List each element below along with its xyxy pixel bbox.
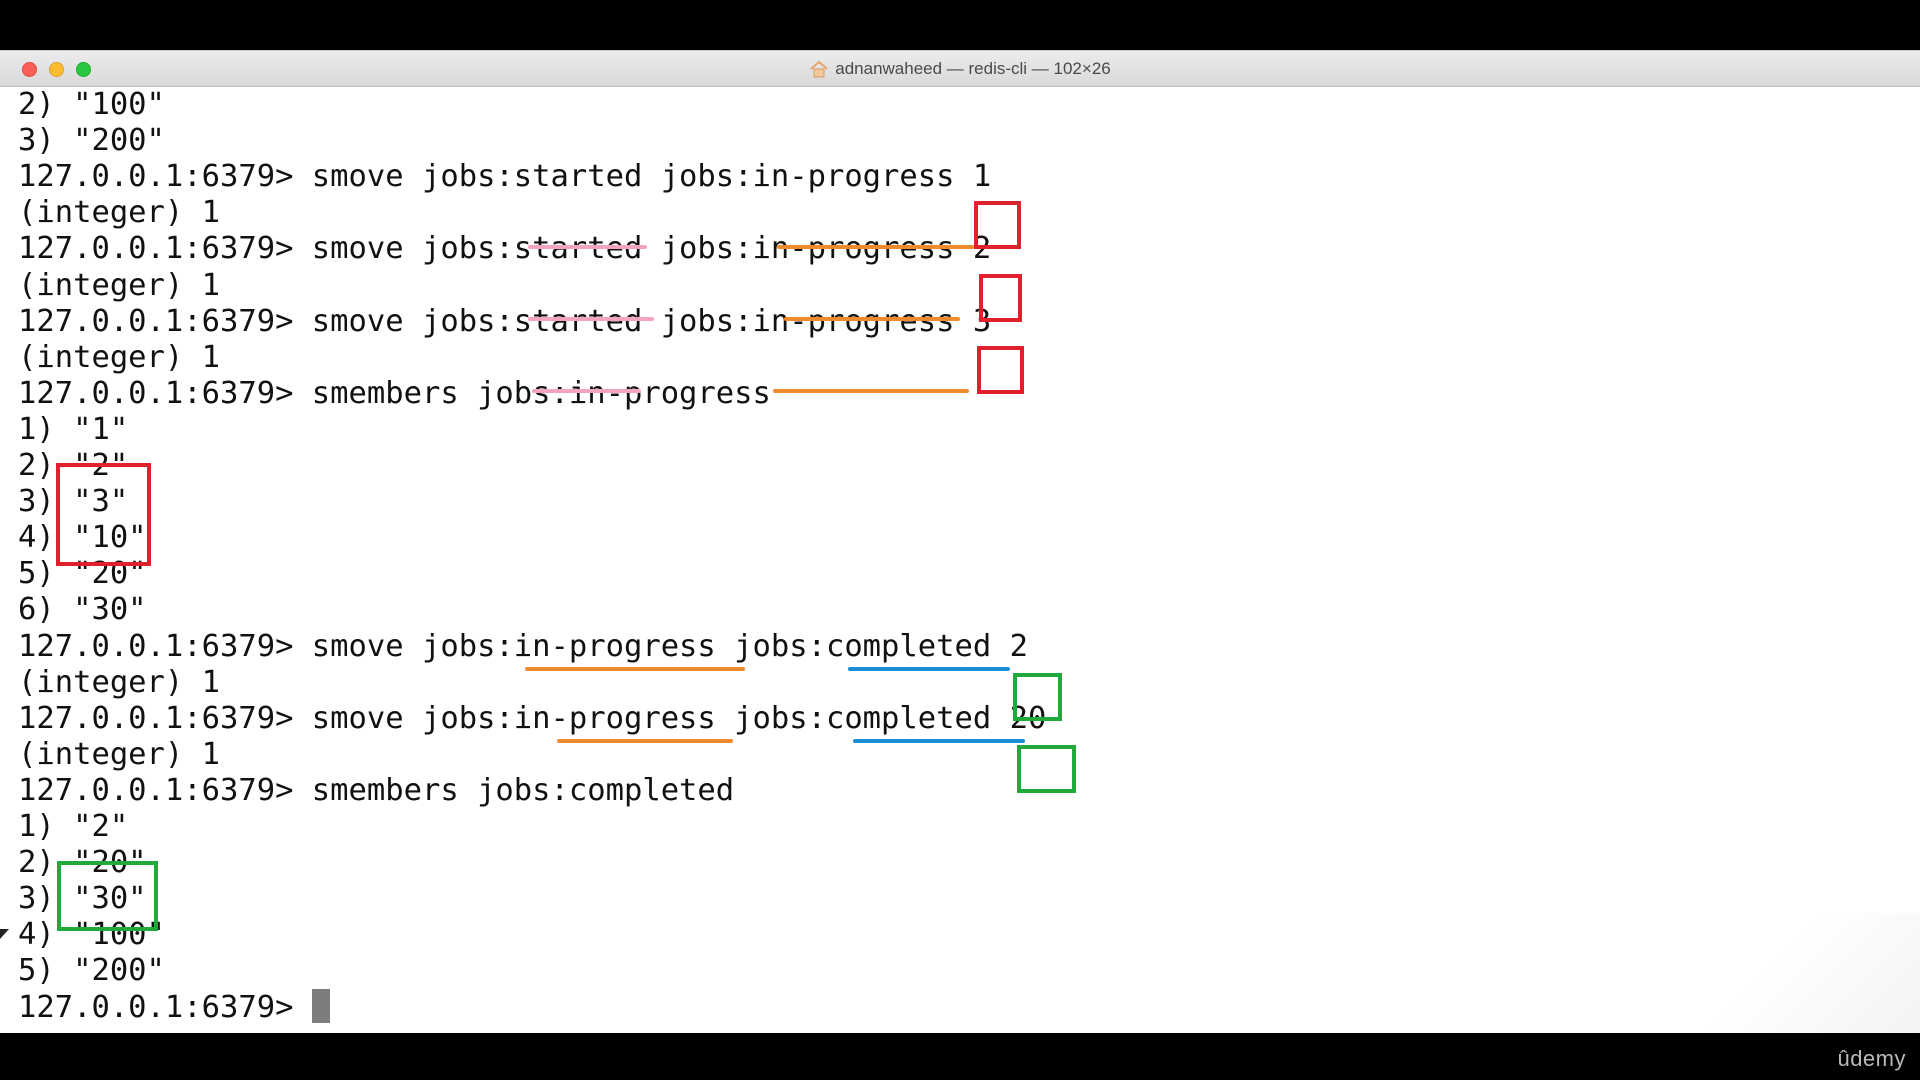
terminal-line: 127.0.0.1:6379> smove jobs:started jobs:… — [18, 231, 991, 267]
terminal-line-text: 1) "1" — [18, 411, 129, 447]
terminal-line-text: (integer) 1 — [18, 195, 220, 231]
terminal-line-text: 127.0.0.1:6379> smove jobs:started jobs:… — [18, 303, 992, 339]
terminal-line-text: 127.0.0.1:6379> smembers jobs:completed — [18, 772, 735, 808]
terminal-line-text: (integer) 1 — [18, 664, 220, 700]
underline-in-progress-5 — [557, 739, 733, 743]
terminal-line-text: 1) "2" — [18, 809, 129, 844]
terminal-line-text: (integer) 1 — [18, 267, 220, 303]
highlight-box-2 — [979, 274, 1022, 322]
terminal-line: 127.0.0.1:6379> smembers jobs:completed — [18, 773, 734, 809]
terminal-line: 127.0.0.1:6379> smove jobs:in-progress j… — [18, 701, 1046, 737]
underline-in-progress-1 — [777, 245, 974, 249]
highlight-box-3 — [977, 346, 1024, 394]
underline-in-progress-2 — [784, 317, 960, 321]
underline-started-1 — [528, 245, 647, 249]
terminal-line: 1) "1" — [18, 412, 128, 448]
terminal-line: (integer) 1 — [18, 268, 220, 304]
terminal-line: 127.0.0.1:6379> smove jobs:started jobs:… — [18, 159, 991, 195]
highlight-box-completed-members — [57, 861, 158, 931]
terminal-line: 3) "200" — [18, 123, 165, 159]
terminal-line-text: 5) "200" — [18, 953, 165, 989]
terminal-line: 127.0.0.1:6379> smove jobs:started jobs:… — [18, 304, 991, 340]
terminal-line-text: 127.0.0.1:6379> smembers jobs:in-progres… — [18, 375, 771, 411]
terminal-line: 127.0.0.1:6379> — [18, 989, 330, 1026]
terminal-line-text: 3) "200" — [18, 123, 165, 159]
terminal-line: 6) "30" — [18, 592, 147, 628]
underline-completed-2 — [853, 739, 1025, 743]
highlight-box-members-1-3 — [56, 463, 151, 566]
terminal-line: 2) "100" — [18, 87, 165, 123]
highlight-box-completed-2 — [1013, 673, 1062, 721]
underline-completed-1 — [848, 667, 1010, 671]
terminal-line: 127.0.0.1:6379> smove jobs:in-progress j… — [18, 629, 1028, 665]
terminal-line: (integer) 1 — [18, 340, 220, 376]
highlight-box-completed-20 — [1017, 745, 1076, 793]
terminal-line-text: 127.0.0.1:6379> — [18, 989, 312, 1025]
title-bar[interactable]: adnanwaheed — redis-cli — 102×26 — [0, 51, 1920, 87]
udemy-watermark: ûdemy — [1837, 1046, 1906, 1071]
terminal-line-text: 2) "100" — [18, 87, 165, 122]
terminal-line: 1) "2" — [18, 809, 128, 845]
screen-shade — [1680, 913, 1920, 1033]
terminal-line-text: (integer) 1 — [18, 736, 220, 772]
mouse-pointer — [0, 929, 9, 939]
terminal-line: (integer) 1 — [18, 195, 220, 231]
terminal-line: 5) "200" — [18, 953, 165, 989]
terminal-line-text: (integer) 1 — [18, 339, 220, 375]
highlight-box-1 — [974, 201, 1021, 249]
terminal-line-text: 6) "30" — [18, 592, 147, 628]
terminal-line-text: 127.0.0.1:6379> smove jobs:started jobs:… — [18, 159, 992, 195]
terminal-line: 127.0.0.1:6379> smembers jobs:in-progres… — [18, 376, 771, 412]
underline-started-3 — [532, 389, 641, 393]
terminal-line-text: 127.0.0.1:6379> smove jobs:in-progress j… — [18, 628, 1028, 664]
underline-in-progress-4 — [525, 667, 745, 671]
underline-started-2 — [528, 317, 654, 321]
terminal-window: adnanwaheed — redis-cli — 102×26 2) "100… — [0, 50, 1920, 1033]
underline-in-progress-3 — [773, 389, 969, 393]
home-icon — [810, 60, 828, 77]
window-title-area: adnanwaheed — redis-cli — 102×26 — [0, 51, 1920, 86]
terminal-line: (integer) 1 — [18, 737, 220, 773]
terminal-line-text: 127.0.0.1:6379> smove jobs:in-progress j… — [18, 700, 1047, 736]
terminal-line: (integer) 1 — [18, 665, 220, 701]
text-cursor — [311, 989, 330, 1023]
window-title: adnanwaheed — redis-cli — 102×26 — [835, 58, 1111, 78]
terminal-output[interactable]: 2) "100" 3) "200" 127.0.0.1:6379> smove jo… — [0, 87, 1920, 1033]
